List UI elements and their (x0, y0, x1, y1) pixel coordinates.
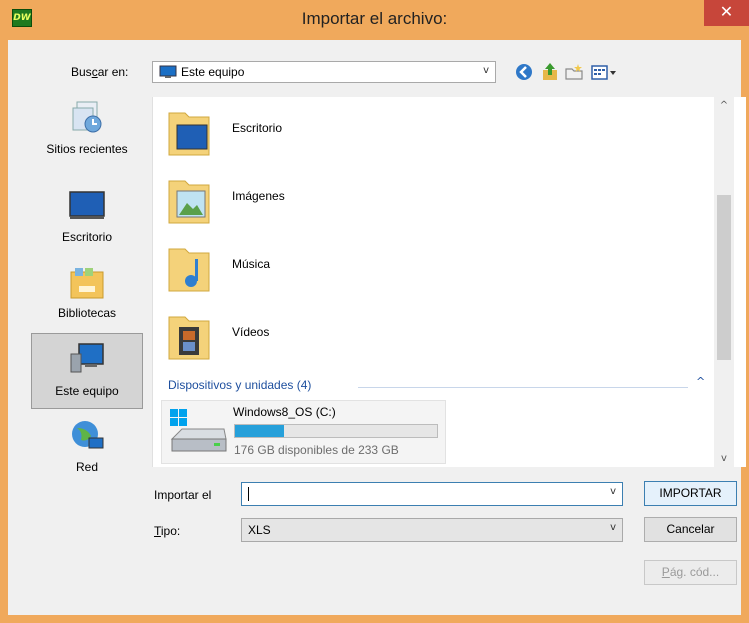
lookin-value: Este equipo (181, 65, 245, 79)
collapse-section-icon[interactable]: ^ (696, 375, 705, 388)
cancel-button[interactable]: Cancelar (644, 517, 737, 542)
filename-label: Importar el (154, 488, 212, 502)
place-label: Bibliotecas (57, 306, 117, 320)
codepage-accel: P (661, 565, 670, 579)
chevron-down-icon[interactable]: v (610, 522, 616, 533)
chevron-down-icon[interactable]: v (610, 486, 616, 497)
vertical-scrollbar[interactable]: ^ v (714, 97, 734, 467)
close-button[interactable]: ✕ (704, 0, 749, 26)
item-name: Música (232, 257, 271, 271)
item-name: Vídeos (232, 325, 270, 339)
list-item[interactable]: Imágenes (153, 165, 713, 229)
new-folder-icon[interactable] (563, 61, 585, 83)
type-label-rest: ipo: (160, 524, 181, 538)
drive-usage-bar (234, 424, 438, 438)
desktop-icon (69, 191, 105, 219)
codepage-label: ág. cód... (669, 565, 720, 579)
lookin-label-part: ar en: (97, 65, 129, 79)
item-name: Escritorio (232, 121, 283, 135)
drive-usage-fill (235, 425, 285, 437)
place-label: Red (75, 460, 98, 474)
filename-input[interactable]: v (241, 482, 623, 506)
pictures-folder-icon (168, 180, 210, 224)
item-name: Imágenes (232, 189, 285, 203)
music-folder-icon (168, 248, 210, 292)
places-bar: Sitios recientes Escritorio Bibliotecas … (31, 98, 143, 476)
place-label: Sitios recientes (46, 142, 128, 156)
recent-places-icon (72, 101, 102, 133)
scroll-down-icon[interactable]: v (714, 450, 734, 467)
import-button[interactable]: IMPORTAR (644, 481, 737, 506)
scroll-up-icon[interactable]: ^ (714, 97, 734, 114)
computer-icon (70, 343, 104, 373)
file-list[interactable]: Escritorio Imágenes Música Vídeos Dispos… (152, 97, 746, 467)
text-cursor (248, 487, 249, 501)
drive-name: Windows8_OS (C:) (233, 405, 336, 419)
chevron-down-icon: v (483, 65, 489, 76)
place-libraries[interactable]: Bibliotecas (31, 262, 143, 334)
up-folder-icon[interactable] (539, 61, 561, 83)
lookin-label: Buscar en: (71, 65, 128, 79)
list-item[interactable]: Escritorio (153, 97, 713, 161)
scroll-thumb[interactable] (717, 195, 731, 360)
file-type-select[interactable]: XLS v (241, 518, 623, 542)
place-label: Este equipo (55, 384, 119, 398)
desktop-folder-icon (168, 112, 210, 156)
list-item[interactable]: Música (153, 233, 713, 297)
lookin-dropdown[interactable]: Este equipo v (152, 61, 496, 83)
place-network[interactable]: Red (31, 416, 143, 476)
place-label: Escritorio (61, 230, 112, 244)
place-this-pc[interactable]: Este equipo (31, 333, 143, 409)
place-desktop[interactable]: Escritorio (31, 186, 143, 258)
dialog-body: Buscar en: Este equipo v Sitios reciente… (8, 40, 746, 615)
hard-drive-icon (170, 409, 227, 452)
file-type-value: XLS (248, 523, 271, 537)
section-divider (358, 387, 688, 388)
view-menu-icon[interactable] (589, 61, 619, 83)
import-dialog: DW Importar el archivo: ✕ Buscar en: Est… (0, 0, 749, 623)
network-icon (72, 421, 104, 449)
libraries-icon (70, 268, 104, 299)
title-bar[interactable]: DW Importar el archivo: ✕ (0, 0, 749, 40)
videos-folder-icon (168, 316, 210, 360)
dialog-title: Importar el archivo: (301, 9, 448, 28)
computer-icon (159, 65, 177, 78)
type-label: Tipo: (154, 524, 180, 538)
back-icon[interactable] (513, 61, 535, 83)
codepage-button[interactable]: Pág. cód... (644, 560, 737, 585)
place-recent[interactable]: Sitios recientes (31, 98, 143, 170)
devices-section-header: Dispositivos y unidades (4) (168, 378, 312, 392)
type-label-accel: T (154, 524, 161, 538)
drive-free-space: 176 GB disponibles de 233 GB (234, 443, 399, 457)
list-item[interactable]: Vídeos (153, 301, 713, 365)
drive-item[interactable]: Windows8_OS (C:) 176 GB disponibles de 2… (161, 400, 446, 464)
lookin-label-part: Bus (71, 65, 92, 79)
